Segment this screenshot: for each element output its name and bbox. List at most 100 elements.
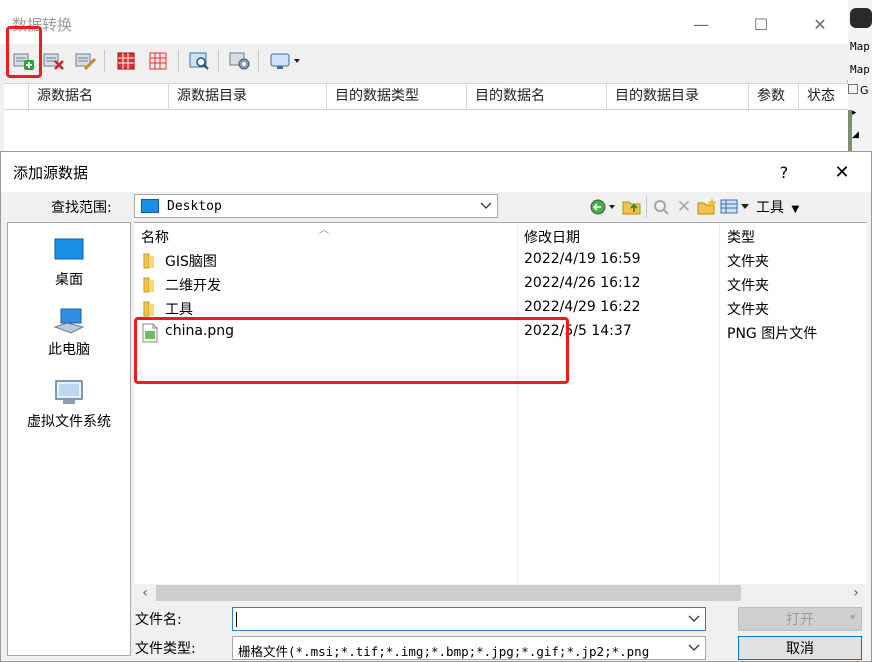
look-in-value: Desktop — [167, 198, 222, 214]
col-target-name[interactable]: 目的数据名 — [466, 84, 606, 109]
cancel-button-label: 取消 — [786, 641, 814, 657]
remove-source-button[interactable] — [42, 49, 66, 73]
dialog-close-button[interactable]: ✕ — [827, 160, 857, 184]
remove-source-icon — [43, 53, 64, 70]
side-item[interactable]: G — [860, 84, 869, 97]
chevron-down-icon[interactable] — [687, 640, 701, 656]
search-web-button[interactable] — [651, 196, 671, 218]
conversion-table-body[interactable] — [4, 110, 848, 154]
desktop-icon — [54, 238, 84, 260]
edit-source-icon — [75, 53, 97, 71]
scrollbar-thumb[interactable] — [156, 585, 741, 601]
file-modified: 2022/4/19 16:59 — [524, 251, 641, 267]
new-folder-icon — [697, 198, 717, 215]
filename-input[interactable] — [232, 607, 706, 631]
scroll-left-icon[interactable]: ‹ — [134, 584, 156, 602]
file-row[interactable]: GIS脑图 2022/4/19 16:59 文件夹 — [134, 249, 867, 273]
toolbar-separator — [104, 50, 105, 72]
dialog-title: 添加源数据 — [13, 164, 89, 182]
maximize-icon: ☐ — [753, 14, 769, 34]
place-label: 此电脑 — [48, 342, 90, 358]
up-folder-icon — [622, 201, 641, 215]
chevron-down-icon[interactable] — [687, 611, 701, 627]
horizontal-scrollbar[interactable]: ‹ › — [134, 584, 867, 602]
header-modified[interactable]: 修改日期 — [524, 227, 580, 249]
maximize-button[interactable]: ☐ — [746, 10, 776, 38]
tree-collapsed-icon[interactable]: ▸ — [852, 108, 857, 118]
back-button[interactable] — [589, 196, 619, 218]
grid-outline-icon — [149, 52, 167, 70]
tree-expander-icon[interactable] — [848, 84, 858, 94]
edit-source-button[interactable] — [74, 49, 98, 73]
tree-expanded-icon[interactable]: ◢ — [852, 130, 859, 140]
search-icon — [654, 200, 669, 215]
help-button[interactable]: ? — [769, 160, 799, 184]
file-row[interactable]: 二维开发 2022/4/26 16:12 文件夹 — [134, 273, 867, 297]
view-menu-button[interactable] — [719, 196, 753, 218]
chevron-down-icon[interactable] — [479, 198, 493, 214]
chevron-down-icon: ▼ — [791, 204, 800, 215]
preview-button[interactable] — [188, 49, 212, 73]
text-caret — [236, 612, 237, 627]
toolbar-separator — [218, 50, 219, 72]
col-status[interactable]: 状态 — [798, 84, 848, 109]
file-list: ︿ 名称 修改日期 类型 GIS脑图 2022/4/19 16:59 文件夹 二… — [134, 222, 867, 602]
dialog-title-bar: 添加源数据 ? ✕ — [1, 152, 871, 192]
col-params[interactable]: 参数 — [748, 84, 798, 109]
col-target-type[interactable]: 目的数据类型 — [326, 84, 466, 109]
file-type: PNG 图片文件 — [727, 326, 818, 342]
filename-label: 文件名: — [135, 612, 182, 628]
conversion-table-header: 源数据名 源数据目录 目的数据类型 目的数据名 目的数据目录 参数 状态 — [4, 83, 848, 110]
up-folder-button[interactable] — [621, 196, 643, 218]
tools-menu[interactable]: 工具 ▼ — [756, 197, 799, 217]
file-name: 二维开发 — [165, 278, 221, 294]
view-menu-icon — [720, 199, 749, 214]
title-bar: 数据转换 — ☐ ✕ — [0, 0, 848, 44]
new-folder-button[interactable] — [696, 196, 718, 218]
virtual-fs-icon — [55, 380, 83, 404]
select-all-button[interactable] — [114, 49, 138, 73]
file-type: 文件夹 — [727, 254, 769, 270]
close-icon: ✕ — [813, 14, 827, 34]
toolbar-separator — [646, 196, 647, 218]
settings-button[interactable] — [228, 49, 252, 73]
back-arrow-icon — [590, 199, 615, 215]
monitor-dropdown-icon — [270, 53, 300, 69]
toolbar-separator — [258, 50, 259, 72]
file-name: GIS脑图 — [165, 254, 217, 270]
header-name[interactable]: 名称 — [141, 227, 169, 249]
look-in-select[interactable]: Desktop — [134, 194, 498, 218]
toolbar-separator — [178, 50, 179, 72]
minimize-icon: — — [693, 14, 709, 34]
close-icon: ✕ — [834, 161, 850, 183]
file-type: 文件夹 — [727, 278, 769, 294]
zoom-window-icon — [189, 52, 209, 70]
col-source-name[interactable]: 源数据名 — [28, 84, 168, 109]
minimize-button[interactable]: — — [686, 10, 716, 38]
open-button-label: 打开 — [786, 612, 814, 628]
output-menu-button[interactable] — [268, 49, 304, 73]
open-button[interactable]: 打开 ▾ — [738, 607, 862, 631]
side-item[interactable]: Map — [850, 40, 870, 53]
place-this-pc[interactable]: 此电脑 — [8, 307, 130, 359]
sort-ascending-icon: ︿ — [319, 225, 329, 236]
col-source-dir[interactable]: 源数据目录 — [168, 84, 326, 109]
settings-gear-icon — [229, 52, 250, 70]
place-virtual-fs[interactable]: 虚拟文件系统 — [8, 379, 130, 431]
desktop-icon — [141, 199, 159, 213]
place-desktop[interactable]: 桌面 — [8, 237, 130, 289]
file-modified: 2022/4/29 16:22 — [524, 299, 641, 315]
filetype-select[interactable]: 栅格文件(*.msi;*.tif;*.img;*.bmp;*.jpg;*.gif… — [232, 636, 706, 660]
col-target-dir[interactable]: 目的数据目录 — [606, 84, 748, 109]
header-type[interactable]: 类型 — [727, 227, 755, 249]
cancel-button[interactable]: 取消 — [738, 636, 862, 660]
close-button[interactable]: ✕ — [805, 10, 835, 38]
invert-select-button[interactable] — [146, 49, 170, 73]
scroll-right-icon[interactable]: › — [845, 584, 867, 602]
delete-icon: ✕ — [676, 197, 692, 217]
owl-icon — [850, 8, 872, 28]
folder-icon — [143, 277, 154, 293]
places-bar: 桌面 此电脑 虚拟文件系统 — [7, 222, 131, 656]
side-item[interactable]: Map — [850, 63, 870, 76]
delete-button[interactable]: ✕ — [674, 196, 694, 218]
